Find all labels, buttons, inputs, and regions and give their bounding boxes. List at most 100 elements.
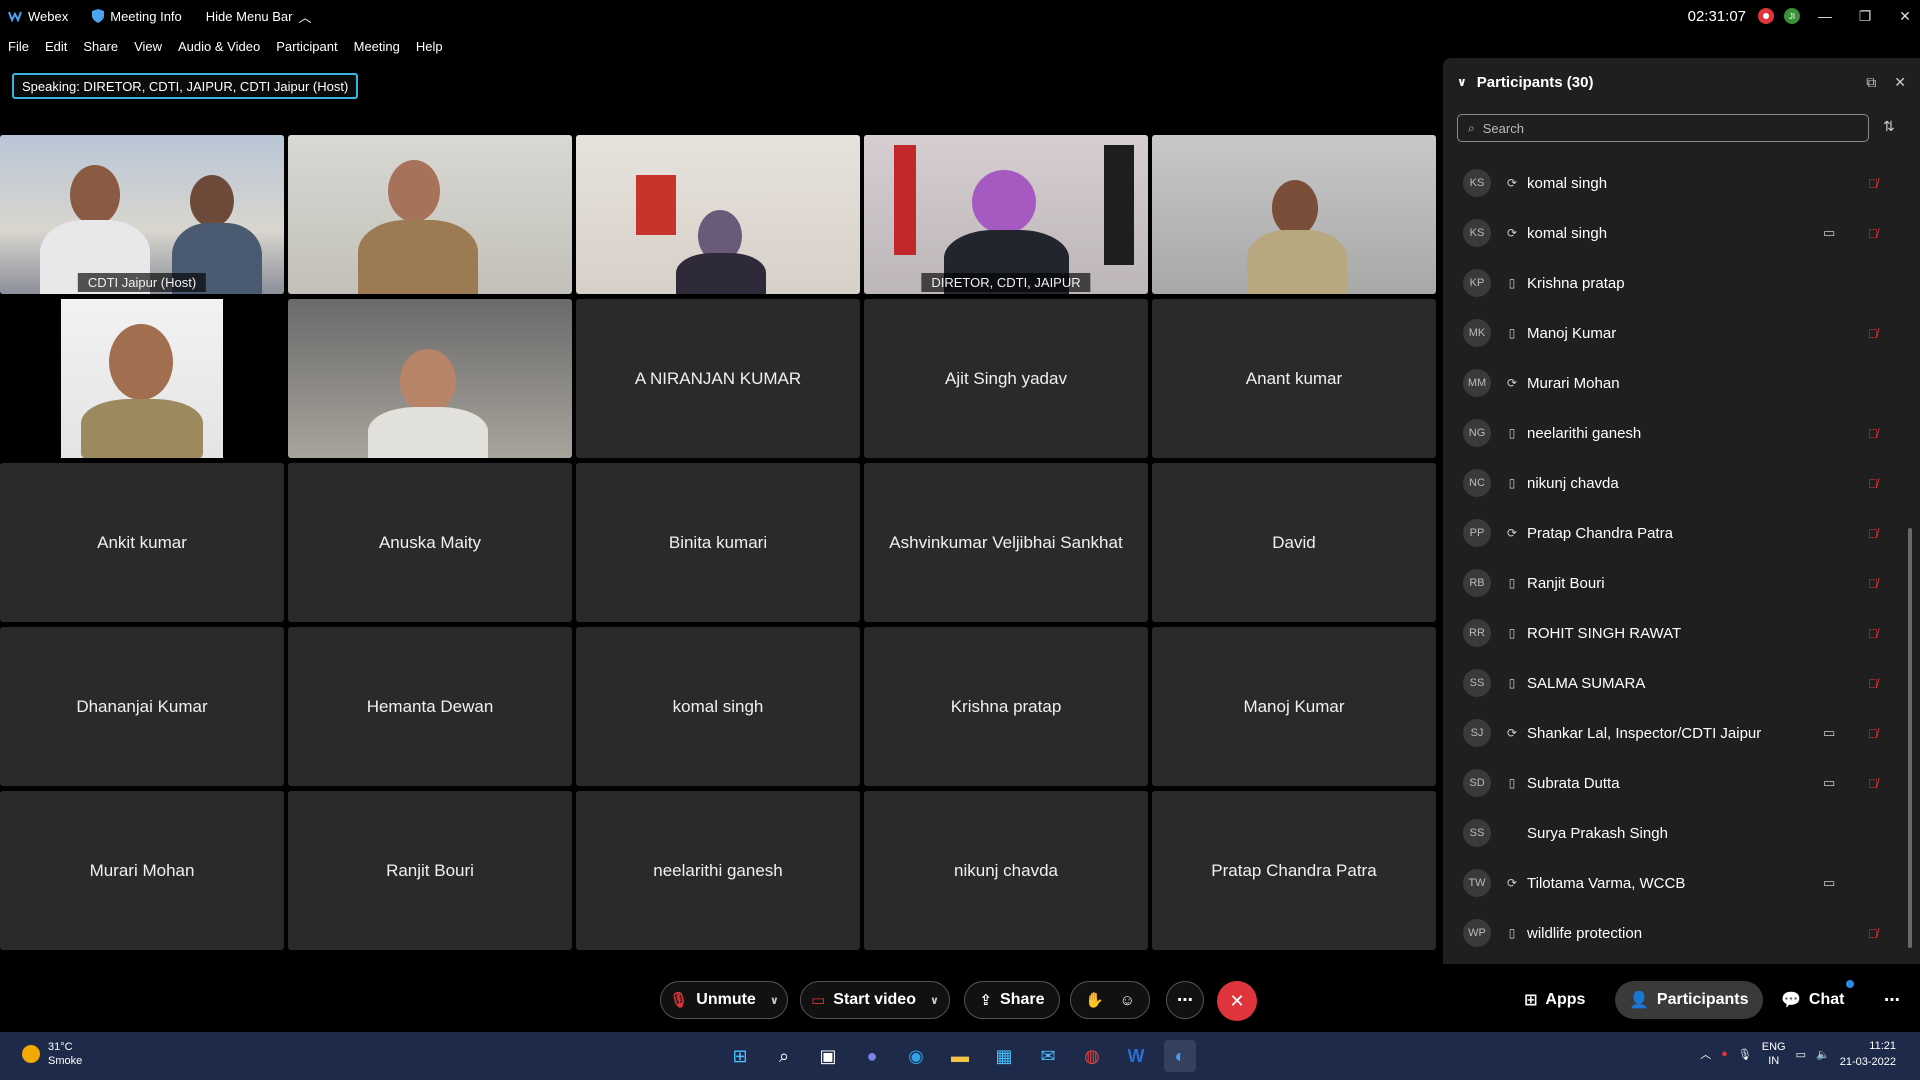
edge-icon[interactable]: ◉ [900, 1040, 932, 1072]
hide-menu-bar-button[interactable]: Hide Menu Bar ︿ [206, 7, 312, 26]
menu-file[interactable]: File [0, 39, 37, 54]
video-tile-host[interactable]: CDTI Jaipur (Host) [0, 135, 284, 294]
participant-tile[interactable]: David [1152, 463, 1436, 622]
scrollbar-thumb[interactable] [1908, 528, 1912, 948]
participant-search-input[interactable]: ⌕ Search [1457, 114, 1869, 142]
start-icon[interactable]: ⊞ [724, 1040, 756, 1072]
participant-tile[interactable]: Ranjit Bouri [288, 791, 572, 950]
chevron-down-icon[interactable]: ∨ [930, 994, 939, 1007]
participant-tile[interactable]: Hemanta Dewan [288, 627, 572, 786]
menu-view[interactable]: View [126, 39, 170, 54]
minimize-icon[interactable]: — [1810, 8, 1840, 24]
participant-row[interactable]: SS Surya Prakash Singh [1443, 808, 1903, 858]
participant-row[interactable]: MM ⟳ Murari Mohan [1443, 358, 1903, 408]
search-icon[interactable]: ⌕ [768, 1040, 800, 1072]
store-icon[interactable]: ▦ [988, 1040, 1020, 1072]
menu-edit[interactable]: Edit [37, 39, 75, 54]
video-tile[interactable] [1152, 135, 1436, 294]
chrome-icon[interactable]: ◍ [1076, 1040, 1108, 1072]
webex-taskbar-icon[interactable]: ◐ [1164, 1040, 1196, 1072]
video-tile[interactable] [288, 135, 572, 294]
sort-icon[interactable]: ⇅ [1883, 118, 1895, 135]
participant-tile[interactable]: Anuska Maity [288, 463, 572, 622]
participant-tile[interactable]: neelarithi ganesh [576, 791, 860, 950]
menu-meeting[interactable]: Meeting [346, 39, 408, 54]
video-tile-director[interactable]: DIRETOR, CDTI, JAIPUR [864, 135, 1148, 294]
mic-muted-icon[interactable]: 🎙̸ [1868, 676, 1878, 691]
close-panel-icon[interactable]: ✕ [1894, 74, 1906, 91]
mic-muted-icon[interactable]: 🎙̸ [1868, 576, 1878, 591]
participant-tile[interactable]: Dhananjai Kumar [0, 627, 284, 786]
participant-tile[interactable]: Murari Mohan [0, 791, 284, 950]
microphone-icon[interactable]: 🎙 [1738, 1048, 1752, 1061]
chevron-down-icon[interactable]: ∨ [770, 994, 779, 1007]
participant-tile[interactable]: Anant kumar [1152, 299, 1436, 458]
language-indicator[interactable]: ENG IN [1762, 1040, 1786, 1068]
participant-tile[interactable]: Ankit kumar [0, 463, 284, 622]
mic-muted-icon[interactable]: 🎙̸ [1868, 226, 1878, 241]
participant-tile[interactable]: Binita kumari [576, 463, 860, 622]
participant-tile[interactable]: nikunj chavda [864, 791, 1148, 950]
task-view-icon[interactable]: ▣ [812, 1040, 844, 1072]
raise-hand-icon[interactable]: ✋ [1085, 991, 1104, 1009]
menu-share[interactable]: Share [75, 39, 126, 54]
participant-row[interactable]: KP ▯ Krishna pratap [1443, 258, 1903, 308]
meeting-info-button[interactable]: Meeting Info [92, 9, 182, 24]
apps-button[interactable]: ⊞ Apps [1510, 981, 1599, 1019]
chat-button[interactable]: 💬 Chat [1767, 981, 1858, 1019]
end-call-button[interactable]: ✕ [1217, 981, 1257, 1021]
mic-muted-icon[interactable]: 🎙̸ [1868, 726, 1878, 741]
word-icon[interactable]: W [1120, 1040, 1152, 1072]
participant-row[interactable]: TW ⟳ Tilotama Varma, WCCB ▭ [1443, 858, 1903, 908]
participant-tile[interactable]: komal singh [576, 627, 860, 786]
recording-icon[interactable] [1758, 8, 1774, 24]
more-options-button[interactable]: ⋯ [1166, 981, 1204, 1019]
participant-row[interactable]: KS ⟳ komal singh 🎙̸ [1443, 158, 1903, 208]
participant-row[interactable]: NC ▯ nikunj chavda 🎙̸ [1443, 458, 1903, 508]
unmute-button[interactable]: 🎙 Unmute ∨ [660, 981, 788, 1019]
participant-row[interactable]: KS ⟳ komal singh ▭ 🎙̸ [1443, 208, 1903, 258]
clock[interactable]: 11:21 21-03-2022 [1840, 1038, 1896, 1070]
participant-row[interactable]: PP ⟳ Pratap Chandra Patra 🎙̸ [1443, 508, 1903, 558]
share-button[interactable]: ⇪ Share [964, 981, 1060, 1019]
participant-row[interactable]: RB ▯ Ranjit Bouri 🎙̸ [1443, 558, 1903, 608]
weather-widget[interactable]: 31°C Smoke [22, 1040, 82, 1068]
participant-tile[interactable]: Krishna pratap [864, 627, 1148, 786]
participant-row[interactable]: RR ▯ ROHIT SINGH RAWAT 🎙̸ [1443, 608, 1903, 658]
mic-muted-icon[interactable]: 🎙̸ [1868, 326, 1878, 341]
menu-audio-video[interactable]: Audio & Video [170, 39, 268, 54]
participant-row[interactable]: MK ▯ Manoj Kumar 🎙̸ [1443, 308, 1903, 358]
close-window-icon[interactable]: ✕ [1890, 8, 1920, 25]
pop-out-icon[interactable]: ⧉ [1866, 74, 1876, 91]
video-tile[interactable] [576, 135, 860, 294]
participant-tile[interactable]: A NIRANJAN KUMAR [576, 299, 860, 458]
participant-row[interactable]: SJ ⟳ Shankar Lal, Inspector/CDTI Jaipur ▭ 🎙̸ [1443, 708, 1903, 758]
menu-participant[interactable]: Participant [268, 39, 345, 54]
network-icon[interactable]: ▭ [1796, 1048, 1806, 1061]
mail-icon[interactable]: ✉ [1032, 1040, 1064, 1072]
participant-tile[interactable]: Ajit Singh yadav [864, 299, 1148, 458]
participant-row[interactable]: WP ▯ wildlife protection 🎙̸ [1443, 908, 1903, 958]
mic-muted-icon[interactable]: 🎙̸ [1868, 426, 1878, 441]
start-video-button[interactable]: ▭ Start video ∨ [800, 981, 950, 1019]
chevron-up-icon[interactable]: ︿ [1700, 1046, 1711, 1062]
mic-muted-icon[interactable]: 🎙̸ [1868, 176, 1878, 191]
menu-help[interactable]: Help [408, 39, 451, 54]
participant-tile[interactable]: Manoj Kumar [1152, 627, 1436, 786]
mic-muted-icon[interactable]: 🎙̸ [1868, 476, 1878, 491]
participant-row[interactable]: SS ▯ SALMA SUMARA 🎙̸ [1443, 658, 1903, 708]
file-explorer-icon[interactable]: ▬ [944, 1040, 976, 1072]
participant-row[interactable]: SD ▯ Subrata Dutta ▭ 🎙̸ [1443, 758, 1903, 808]
more-panel-button[interactable]: ⋯ [1870, 981, 1914, 1019]
participant-tile[interactable]: Pratap Chandra Patra [1152, 791, 1436, 950]
teams-chat-icon[interactable]: ● [856, 1040, 888, 1072]
mic-muted-icon[interactable]: 🎙̸ [1868, 626, 1878, 641]
video-tile[interactable] [0, 299, 284, 458]
volume-icon[interactable]: 🔈 [1816, 1048, 1830, 1061]
video-tile[interactable] [288, 299, 572, 458]
user-avatar[interactable]: JI [1784, 8, 1800, 24]
mic-muted-icon[interactable]: 🎙̸ [1868, 526, 1878, 541]
participant-row[interactable]: NG ▯ neelarithi ganesh 🎙̸ [1443, 408, 1903, 458]
mic-muted-icon[interactable]: 🎙̸ [1868, 776, 1878, 791]
participants-button[interactable]: 👤 Participants [1615, 981, 1763, 1019]
